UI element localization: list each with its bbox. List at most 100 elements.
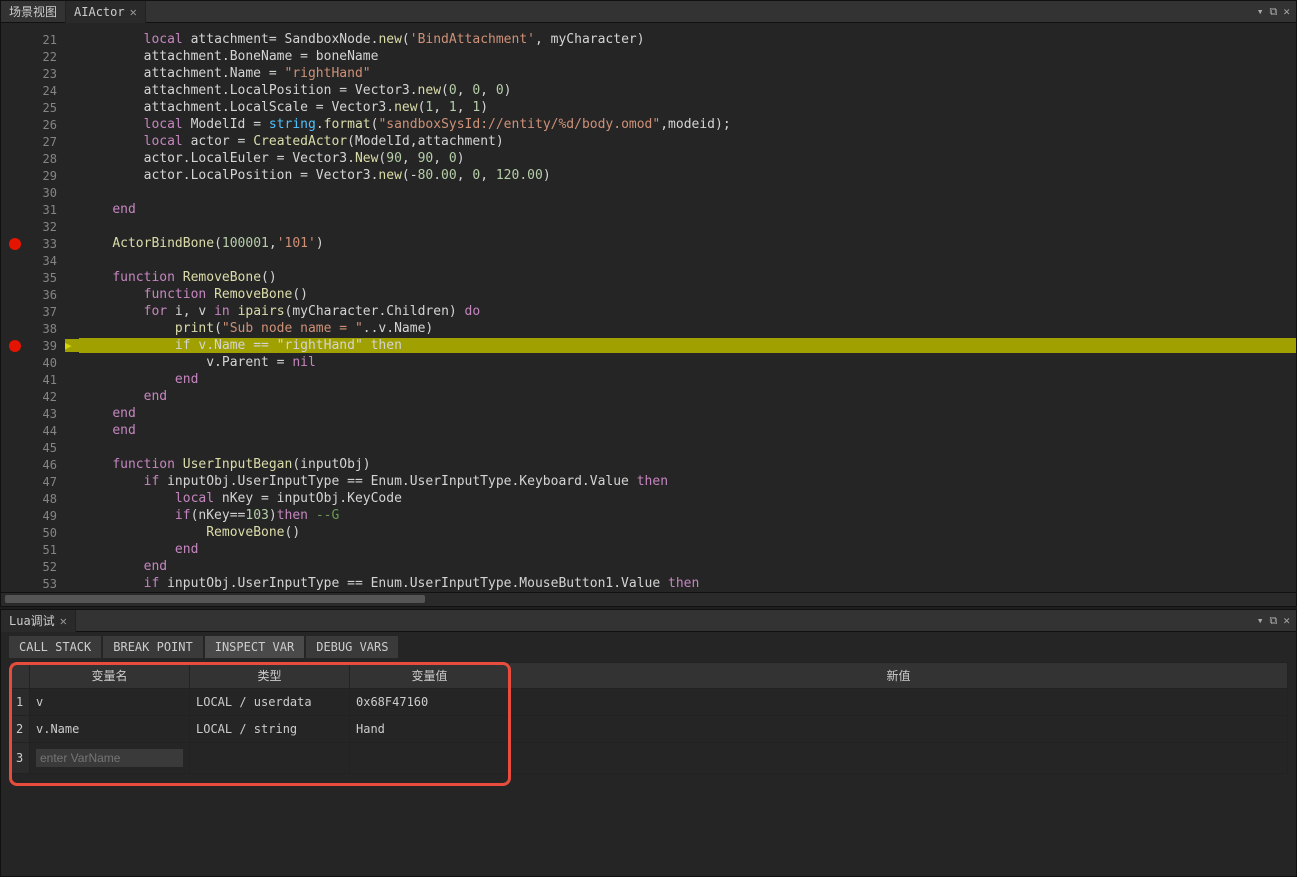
line-number: 22 bbox=[29, 50, 65, 64]
code-text[interactable]: end bbox=[79, 559, 1296, 574]
code-text[interactable]: end bbox=[79, 202, 1296, 217]
varname-input[interactable] bbox=[36, 749, 183, 767]
table-row-entry[interactable]: 3 bbox=[10, 743, 1288, 774]
breakpoint-gutter[interactable] bbox=[1, 238, 29, 250]
table-row[interactable]: 1vLOCAL / userdata0x68F47160 bbox=[10, 689, 1288, 716]
code-text[interactable]: attachment.LocalPosition = Vector3.new(0… bbox=[79, 83, 1296, 98]
table-row[interactable]: 2v.NameLOCAL / stringHand bbox=[10, 716, 1288, 743]
code-line[interactable]: 47 if inputObj.UserInputType == Enum.Use… bbox=[1, 473, 1296, 490]
code-text[interactable]: actor.LocalPosition = Vector3.new(-80.00… bbox=[79, 168, 1296, 183]
code-text[interactable]: end bbox=[79, 389, 1296, 404]
line-number: 35 bbox=[29, 271, 65, 285]
debug-panel: Lua调试 ✕ ▾ ⧉ ✕ CALL STACKBREAK POINTINSPE… bbox=[0, 609, 1297, 877]
code-line[interactable]: 38 print("Sub node name = "..v.Name) bbox=[1, 320, 1296, 337]
code-text[interactable]: end bbox=[79, 542, 1296, 557]
code-text[interactable]: function UserInputBegan(inputObj) bbox=[79, 457, 1296, 472]
code-text[interactable]: if inputObj.UserInputType == Enum.UserIn… bbox=[79, 576, 1296, 591]
restore-icon[interactable]: ⧉ bbox=[1270, 5, 1278, 19]
code-line[interactable]: 30 bbox=[1, 184, 1296, 201]
code-text[interactable]: local nKey = inputObj.KeyCode bbox=[79, 491, 1296, 506]
breakpoint-gutter[interactable] bbox=[1, 340, 29, 352]
code-line[interactable]: 29 actor.LocalPosition = Vector3.new(-80… bbox=[1, 167, 1296, 184]
code-line[interactable]: 26 local ModelId = string.format("sandbo… bbox=[1, 116, 1296, 133]
close-icon[interactable]: ✕ bbox=[1283, 5, 1290, 19]
code-editor[interactable]: 21 local attachment= SandboxNode.new('Bi… bbox=[1, 23, 1296, 592]
tab-aiactor[interactable]: AIActor ✕ bbox=[66, 1, 146, 23]
close-icon[interactable]: ✕ bbox=[60, 614, 67, 628]
line-number: 47 bbox=[29, 475, 65, 489]
debug-tab-debug-vars[interactable]: DEBUG VARS bbox=[306, 636, 398, 658]
code-text[interactable]: for i, v in ipairs(myCharacter.Children)… bbox=[79, 304, 1296, 319]
code-line[interactable]: 42 end bbox=[1, 388, 1296, 405]
cell-newvalue[interactable] bbox=[510, 716, 1288, 743]
close-icon[interactable]: ✕ bbox=[130, 5, 137, 19]
code-text[interactable]: ActorBindBone(100001,'101') bbox=[79, 236, 1296, 251]
code-line[interactable]: 45 bbox=[1, 439, 1296, 456]
tab-lua-debug[interactable]: Lua调试 ✕ bbox=[1, 610, 76, 632]
code-text[interactable]: attachment.Name = "rightHand" bbox=[79, 66, 1296, 81]
code-line[interactable]: 41 end bbox=[1, 371, 1296, 388]
line-number: 41 bbox=[29, 373, 65, 387]
code-line[interactable]: 53 if inputObj.UserInputType == Enum.Use… bbox=[1, 575, 1296, 592]
debug-tab-call-stack[interactable]: CALL STACK bbox=[9, 636, 101, 658]
code-line[interactable]: 37 for i, v in ipairs(myCharacter.Childr… bbox=[1, 303, 1296, 320]
breakpoint-icon[interactable] bbox=[9, 340, 21, 352]
code-text[interactable]: print("Sub node name = "..v.Name) bbox=[79, 321, 1296, 336]
breakpoint-icon[interactable] bbox=[9, 238, 21, 250]
code-line[interactable]: 24 attachment.LocalPosition = Vector3.ne… bbox=[1, 82, 1296, 99]
code-text[interactable]: if(nKey==103)then --G bbox=[79, 508, 1296, 523]
code-line[interactable]: 34 bbox=[1, 252, 1296, 269]
tab-label: Lua调试 bbox=[9, 612, 55, 629]
line-number: 42 bbox=[29, 390, 65, 404]
close-icon[interactable]: ✕ bbox=[1283, 614, 1290, 628]
restore-icon[interactable]: ⧉ bbox=[1270, 614, 1278, 628]
code-line[interactable]: 23 attachment.Name = "rightHand" bbox=[1, 65, 1296, 82]
scrollbar-thumb[interactable] bbox=[5, 595, 425, 603]
code-line[interactable]: 22 attachment.BoneName = boneName bbox=[1, 48, 1296, 65]
code-text[interactable]: local attachment= SandboxNode.new('BindA… bbox=[79, 32, 1296, 47]
code-text[interactable]: end bbox=[79, 372, 1296, 387]
code-line[interactable]: 28 actor.LocalEuler = Vector3.New(90, 90… bbox=[1, 150, 1296, 167]
code-line[interactable]: 31 end bbox=[1, 201, 1296, 218]
code-line[interactable]: 40 v.Parent = nil bbox=[1, 354, 1296, 371]
code-line[interactable]: 52 end bbox=[1, 558, 1296, 575]
tab-scene-view[interactable]: 场景视图 bbox=[1, 1, 66, 23]
cell-varname-input[interactable] bbox=[30, 743, 190, 774]
code-text[interactable]: v.Parent = nil bbox=[79, 355, 1296, 370]
code-line[interactable]: 46 function UserInputBegan(inputObj) bbox=[1, 456, 1296, 473]
code-line[interactable]: 50 RemoveBone() bbox=[1, 524, 1296, 541]
code-text[interactable]: end bbox=[79, 423, 1296, 438]
code-line[interactable]: 51 end bbox=[1, 541, 1296, 558]
cell-newvalue[interactable] bbox=[510, 743, 1288, 774]
code-text[interactable]: if v.Name == "rightHand" then bbox=[79, 338, 1296, 353]
code-line[interactable]: 43 end bbox=[1, 405, 1296, 422]
horizontal-scrollbar[interactable] bbox=[1, 592, 1296, 606]
code-text[interactable]: attachment.LocalScale = Vector3.new(1, 1… bbox=[79, 100, 1296, 115]
code-text[interactable]: function RemoveBone() bbox=[79, 270, 1296, 285]
code-text[interactable]: local ModelId = string.format("sandboxSy… bbox=[79, 117, 1296, 132]
cell-newvalue[interactable] bbox=[510, 689, 1288, 716]
code-line[interactable]: 21 local attachment= SandboxNode.new('Bi… bbox=[1, 31, 1296, 48]
dropdown-icon[interactable]: ▾ bbox=[1257, 614, 1264, 628]
code-line[interactable]: 39▶ if v.Name == "rightHand" then bbox=[1, 337, 1296, 354]
code-text[interactable]: end bbox=[79, 406, 1296, 421]
code-line[interactable]: 27 local actor = CreatedActor(ModelId,at… bbox=[1, 133, 1296, 150]
dropdown-icon[interactable]: ▾ bbox=[1257, 5, 1264, 19]
code-line[interactable]: 36 function RemoveBone() bbox=[1, 286, 1296, 303]
code-text[interactable]: RemoveBone() bbox=[79, 525, 1296, 540]
col-rownum bbox=[10, 663, 30, 689]
debug-tab-break-point[interactable]: BREAK POINT bbox=[103, 636, 202, 658]
code-text[interactable]: if inputObj.UserInputType == Enum.UserIn… bbox=[79, 474, 1296, 489]
code-line[interactable]: 32 bbox=[1, 218, 1296, 235]
code-line[interactable]: 44 end bbox=[1, 422, 1296, 439]
code-text[interactable]: actor.LocalEuler = Vector3.New(90, 90, 0… bbox=[79, 151, 1296, 166]
code-text[interactable]: function RemoveBone() bbox=[79, 287, 1296, 302]
code-line[interactable]: 33 ActorBindBone(100001,'101') bbox=[1, 235, 1296, 252]
code-line[interactable]: 25 attachment.LocalScale = Vector3.new(1… bbox=[1, 99, 1296, 116]
debug-tab-inspect-var[interactable]: INSPECT VAR bbox=[205, 636, 304, 658]
code-line[interactable]: 48 local nKey = inputObj.KeyCode bbox=[1, 490, 1296, 507]
code-line[interactable]: 49 if(nKey==103)then --G bbox=[1, 507, 1296, 524]
code-text[interactable]: local actor = CreatedActor(ModelId,attac… bbox=[79, 134, 1296, 149]
code-line[interactable]: 35 function RemoveBone() bbox=[1, 269, 1296, 286]
code-text[interactable]: attachment.BoneName = boneName bbox=[79, 49, 1296, 64]
